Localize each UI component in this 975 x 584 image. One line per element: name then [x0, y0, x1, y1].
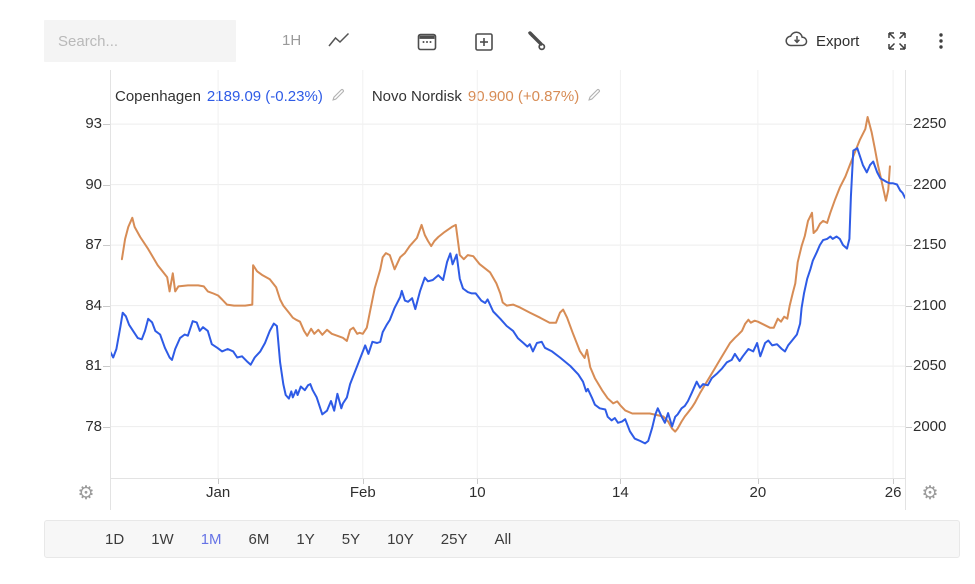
x-axis-tick-label: Feb [333, 484, 393, 502]
y-axis-tick-label-left: 78 [54, 418, 102, 436]
y-axis-tick-label-right: 2000 [913, 418, 963, 436]
range-button-all[interactable]: All [495, 531, 512, 548]
plus-icon[interactable] [472, 30, 496, 54]
y-axis-tick-label-right: 2200 [913, 176, 963, 194]
calendar-icon[interactable] [415, 30, 439, 54]
range-button-25y[interactable]: 25Y [441, 531, 468, 548]
search-input[interactable] [44, 20, 236, 62]
axis-tick [103, 366, 110, 367]
x-axis-tick-label: Jan [188, 484, 248, 502]
stock-chart-widget: 1H [44, 20, 960, 560]
page: 1H [0, 0, 975, 584]
chart-canvas [110, 70, 905, 478]
range-button-6m[interactable]: 6M [249, 531, 270, 548]
range-button-1w[interactable]: 1W [151, 531, 174, 548]
export-button[interactable]: Export [784, 20, 859, 62]
axis-tick [103, 124, 110, 125]
x-axis-tick-label: 26 [863, 484, 923, 502]
y-axis-tick-label-left: 90 [54, 176, 102, 194]
plot-right-border [905, 70, 906, 510]
right-axis-settings-gear-icon[interactable]: ⚙ [918, 482, 942, 506]
range-buttons: 1D 1W 1M 6M 1Y 5Y 10Y 25Y All [45, 521, 959, 557]
axis-tick [905, 366, 912, 367]
range-button-5y[interactable]: 5Y [342, 531, 360, 548]
export-label: Export [816, 33, 859, 50]
x-axis-tick-label: 10 [447, 484, 507, 502]
axis-tick [905, 245, 912, 246]
range-button-1m[interactable]: 1M [201, 531, 222, 548]
axis-tick [620, 479, 621, 484]
menu-kebab-icon[interactable] [930, 30, 954, 54]
axis-tick [905, 124, 912, 125]
toolbar: 1H [44, 20, 960, 62]
y-axis-tick-label-right: 2150 [913, 236, 963, 254]
interval-selector[interactable]: 1H [282, 20, 301, 62]
plot-area: 932250902200872150842100812050782000 [110, 70, 905, 478]
wrench-icon[interactable] [524, 30, 548, 54]
plot-left-border [110, 70, 111, 510]
range-button-1y[interactable]: 1Y [296, 531, 314, 548]
cloud-download-icon [784, 29, 810, 53]
y-axis-tick-label-right: 2050 [913, 357, 963, 375]
axis-tick [363, 479, 364, 484]
axis-tick [103, 427, 110, 428]
axis-tick [103, 245, 110, 246]
x-axis-labels: JanFeb10142026 [110, 484, 905, 502]
axis-tick [103, 185, 110, 186]
x-axis-border [110, 478, 906, 479]
y-axis-tick-label-left: 87 [54, 236, 102, 254]
y-axis-tick-label-right: 2100 [913, 297, 963, 315]
y-axis-tick-label-left: 84 [54, 297, 102, 315]
y-axis-tick-label-right: 2250 [913, 115, 963, 133]
axis-tick [905, 427, 912, 428]
axis-tick [905, 306, 912, 307]
fullscreen-icon[interactable] [886, 30, 910, 54]
range-button-10y[interactable]: 10Y [387, 531, 414, 548]
axis-tick [905, 185, 912, 186]
axis-tick [477, 479, 478, 484]
axis-tick [103, 306, 110, 307]
axis-tick [893, 479, 894, 484]
y-axis-tick-label-left: 93 [54, 115, 102, 133]
line-series-type-icon[interactable] [328, 32, 352, 56]
x-axis-tick-label: 20 [728, 484, 788, 502]
y-axis-tick-label-left: 81 [54, 357, 102, 375]
left-axis-settings-gear-icon[interactable]: ⚙ [74, 482, 98, 506]
axis-tick [218, 479, 219, 484]
range-button-1d[interactable]: 1D [105, 531, 124, 548]
range-selector: 1D 1W 1M 6M 1Y 5Y 10Y 25Y All [44, 520, 960, 558]
x-axis-tick-label: 14 [590, 484, 650, 502]
axis-tick [758, 479, 759, 484]
